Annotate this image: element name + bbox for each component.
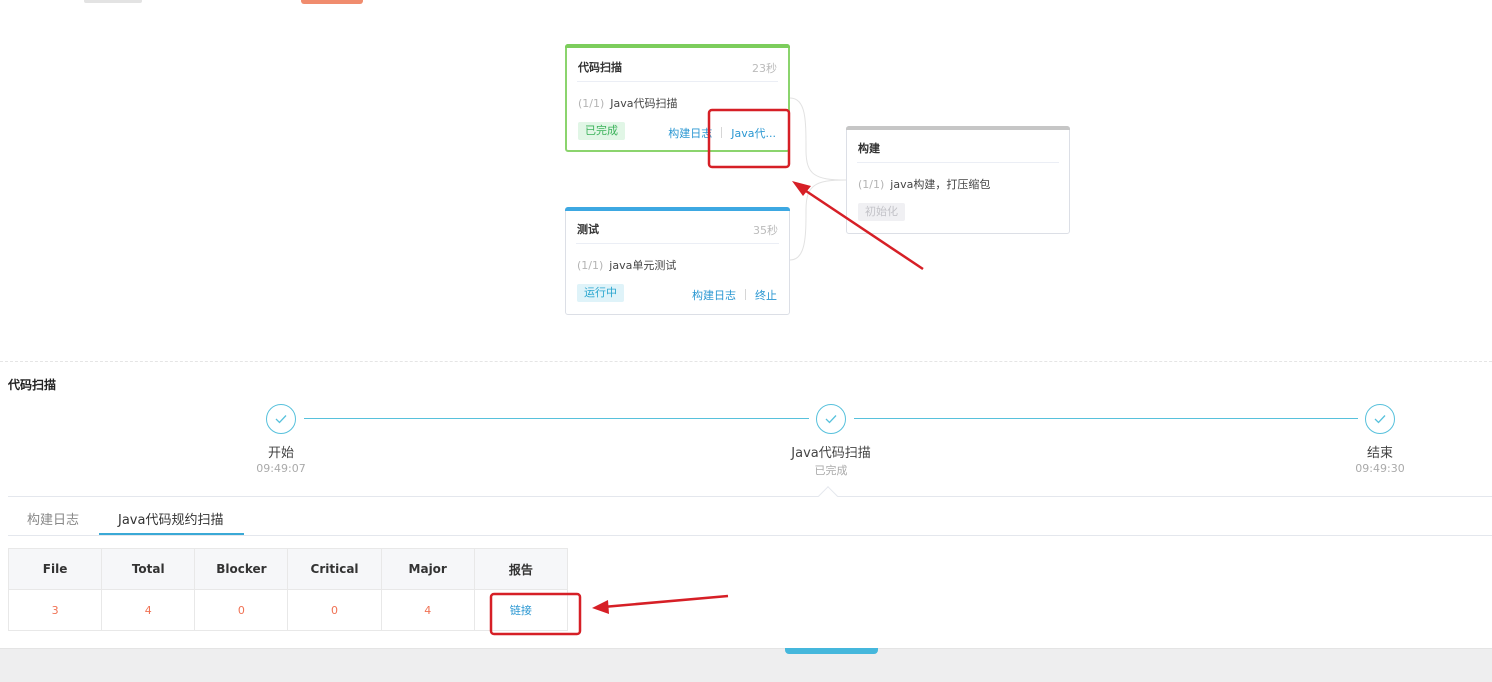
tab-build-log[interactable]: 构建日志 xyxy=(27,509,79,528)
tabs-pointer xyxy=(818,486,838,506)
tabs-bottom-border xyxy=(8,535,1492,536)
tabs-top-border xyxy=(8,496,1492,497)
stage-status-bar xyxy=(846,126,1070,130)
column-header: File xyxy=(7,548,103,590)
timeline-label: Java代码扫描 xyxy=(791,446,871,461)
column-header: Major xyxy=(380,548,475,590)
step-index: (1/1) xyxy=(578,97,605,110)
table-row: 3 4 0 0 4 链接 xyxy=(7,589,569,631)
status-badge: 已完成 xyxy=(578,122,625,140)
column-header: Total xyxy=(101,548,196,590)
footer-bar xyxy=(0,648,1492,682)
stage-duration: 35秒 xyxy=(753,224,778,237)
table-header-row: File Total Blocker Critical Major 报告 xyxy=(7,548,569,590)
major-count-cell: 4 xyxy=(380,589,475,631)
file-count-cell: 3 xyxy=(7,589,103,631)
link-divider xyxy=(745,289,746,300)
timeline-node-start[interactable] xyxy=(266,404,296,434)
report-link[interactable]: Java代... xyxy=(731,127,776,140)
report-link[interactable]: 链接 xyxy=(510,604,532,617)
step-name: Java代码扫描 xyxy=(610,97,678,110)
stage-title: 测试 xyxy=(577,223,599,236)
build-log-link[interactable]: 构建日志 xyxy=(668,127,712,140)
total-count-cell: 4 xyxy=(101,589,196,631)
active-tab-indicator xyxy=(99,533,244,535)
check-icon xyxy=(825,415,837,424)
column-header: 报告 xyxy=(473,548,569,590)
timeline-time: 09:49:07 xyxy=(256,462,306,475)
stage-status-bar xyxy=(565,207,790,211)
divider xyxy=(577,81,778,82)
stage-card-test[interactable]: 测试 35秒 (1/1) java单元测试 运行中 构建日志 终止 xyxy=(565,207,790,315)
stage-step: (1/1) java构建，打压缩包 xyxy=(858,176,990,192)
column-header: Blocker xyxy=(194,548,289,590)
stop-link[interactable]: 终止 xyxy=(755,289,777,302)
divider xyxy=(576,243,779,244)
timeline-node-step[interactable] xyxy=(816,404,846,434)
timeline-line xyxy=(854,418,1358,419)
stage-card-build[interactable]: 构建 (1/1) java构建，打压缩包 初始化 xyxy=(846,126,1070,234)
pipeline-graph: 代码扫描 23秒 (1/1) Java代码扫描 已完成 构建日志 Java代... … xyxy=(0,0,1492,360)
link-divider xyxy=(721,127,723,138)
timeline-time: 09:49:30 xyxy=(1355,462,1405,475)
stage-title: 构建 xyxy=(858,142,880,155)
tab-java-scan[interactable]: Java代码规约扫描 xyxy=(118,509,223,528)
check-icon xyxy=(1374,415,1386,424)
stage-step: (1/1) Java代码扫描 xyxy=(578,95,678,111)
blocker-count-cell: 0 xyxy=(194,589,289,631)
report-cell: 链接 xyxy=(473,589,569,631)
build-log-link[interactable]: 构建日志 xyxy=(692,289,736,302)
arrow-head xyxy=(592,600,609,614)
stage-actions: 构建日志 Java代... xyxy=(668,125,776,141)
detail-title: 代码扫描 xyxy=(8,378,57,392)
stage-title: 代码扫描 xyxy=(578,61,622,74)
timeline-label: 结束 xyxy=(1366,446,1393,461)
timeline-node-end[interactable] xyxy=(1365,404,1395,434)
stage-actions: 构建日志 终止 xyxy=(692,287,777,303)
stage-status-bar xyxy=(565,44,790,48)
divider xyxy=(857,162,1059,163)
status-badge: 初始化 xyxy=(858,203,905,221)
check-icon xyxy=(275,415,287,424)
stage-step: (1/1) java单元测试 xyxy=(577,257,676,273)
status-badge: 运行中 xyxy=(577,284,624,302)
stage-duration: 23秒 xyxy=(752,62,777,75)
timeline-line xyxy=(304,418,809,419)
timeline-label: 开始 xyxy=(267,446,294,461)
stage-card-scan[interactable]: 代码扫描 23秒 (1/1) Java代码扫描 已完成 构建日志 Java代... xyxy=(565,44,790,152)
section-divider xyxy=(0,361,1492,362)
column-header: Critical xyxy=(287,548,382,590)
step-index: (1/1) xyxy=(577,259,604,272)
timeline-status: 已完成 xyxy=(814,464,848,477)
step-name: java构建，打压缩包 xyxy=(890,178,991,191)
annotation-arrow xyxy=(602,594,729,609)
scan-results-table: File Total Blocker Critical Major 报告 3 4… xyxy=(7,548,569,631)
step-index: (1/1) xyxy=(858,178,885,191)
step-name: java单元测试 xyxy=(609,259,677,272)
footer-toggle-handle[interactable] xyxy=(785,648,878,654)
critical-count-cell: 0 xyxy=(287,589,382,631)
